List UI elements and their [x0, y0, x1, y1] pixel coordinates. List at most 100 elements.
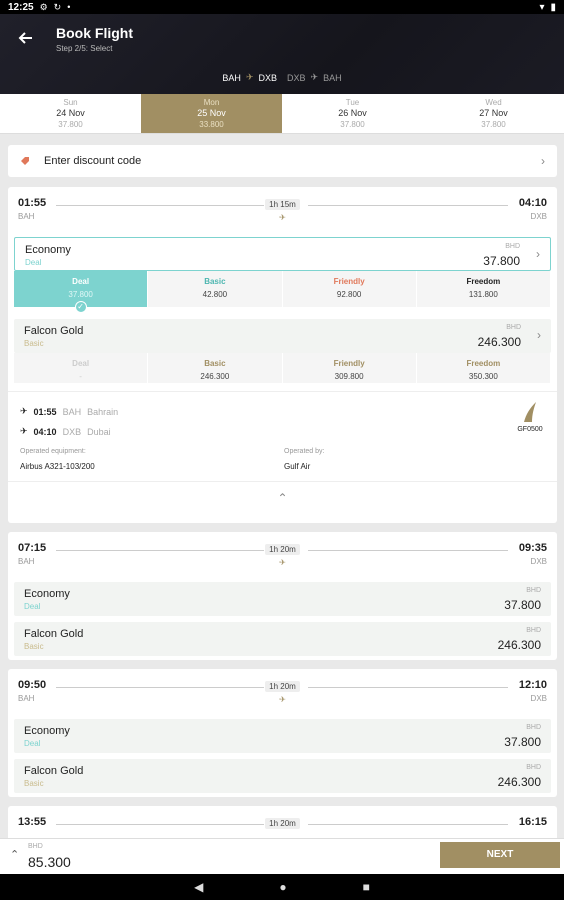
flight-card[interactable]: 09:50 BAH 1h 20m ✈ 12:10 DXB Economy Dea… [8, 669, 557, 797]
chevron-right-icon: › [536, 247, 540, 261]
date-tab[interactable]: Wed 27 Nov 37.800 [423, 94, 564, 133]
fare-name: Basic [204, 277, 226, 286]
equipment-value: Airbus A321-103/200 [20, 462, 95, 471]
currency: BHD [506, 324, 521, 331]
date-selector: Sun 24 Nov 37.800 Mon 25 Nov 33.800 Tue … [0, 94, 564, 134]
fare-option-freedom[interactable]: Freedom 131.800 [416, 271, 551, 307]
duration-label: 1h 20m [265, 544, 300, 555]
date-date: 25 Nov [197, 108, 226, 118]
operator-label: Operated by: [284, 448, 325, 455]
route-to: BAH [323, 72, 342, 83]
fare-option-freedom[interactable]: Freedom 350.300 [416, 353, 551, 383]
segment-time: 01:55 [33, 406, 57, 417]
flight-card-expanded: 01:55 BAH 1h 15m ✈ 04:10 DXB Economy Dea… [8, 187, 557, 523]
fare-option-friendly[interactable]: Friendly 309.800 [282, 353, 417, 383]
back-arrow-icon[interactable] [16, 28, 36, 48]
system-nav-bar: ◀ ● ■ [0, 874, 564, 900]
segment-code: BAH [62, 406, 82, 417]
date-day: Tue [345, 98, 360, 107]
fare-option-deal[interactable]: Deal 37.800 ✓ [14, 271, 149, 313]
date-date: 24 Nov [56, 108, 85, 118]
gear-icon: ⚙ [39, 1, 48, 12]
cabin-fare: Basic [24, 339, 44, 348]
duration-label: 1h 20m [265, 681, 300, 692]
route-selector: BAH ✈ DXB DXB ✈ BAH [0, 72, 564, 83]
cabin-name: Economy [24, 588, 70, 600]
segment-time: 04:10 [33, 426, 57, 437]
currency: BHD [526, 587, 541, 594]
fare-option-friendly[interactable]: Friendly 92.800 [282, 271, 417, 307]
route-from: DXB [287, 72, 306, 83]
flight-row[interactable]: 01:55 BAH 1h 15m ✈ 04:10 DXB [8, 187, 557, 223]
fare-name: Friendly [333, 277, 365, 286]
fare-name: Basic [204, 359, 226, 368]
operator-value: Gulf Air [284, 462, 311, 471]
recents-icon[interactable]: ■ [363, 880, 370, 894]
duration: 1h 20m [8, 681, 557, 692]
arrival-code: DXB [530, 212, 547, 221]
app-header: Book Flight Step 2/5: Select BAH ✈ DXB D… [0, 14, 564, 94]
flight-row[interactable]: 07:15 BAH 1h 20m ✈ 09:35 DXB [8, 532, 557, 568]
segment-code: DXB [62, 426, 82, 437]
cabin-price: 37.800 [504, 598, 541, 612]
flight-card[interactable]: 07:15 BAH 1h 20m ✈ 09:35 DXB Economy Dea… [8, 532, 557, 660]
route-from: BAH [222, 72, 241, 83]
date-tab-selected[interactable]: Mon 25 Nov 33.800 [141, 94, 282, 133]
cabin-falcon-gold[interactable]: Falcon Gold Basic BHD 246.300 › [14, 319, 551, 353]
cabin-fare: Basic [24, 642, 44, 651]
gold-fare-options: Deal - Basic 246.300 Friendly 309.800 Fr… [14, 353, 551, 383]
cabin-economy[interactable]: Economy Deal BHD 37.800 [14, 719, 551, 753]
next-button[interactable]: NEXT [440, 842, 560, 868]
fare-option-deal: Deal - [14, 353, 149, 383]
sync-icon: ↻ [53, 1, 62, 12]
fare-name: Deal [72, 359, 90, 368]
chevron-right-icon: › [537, 328, 541, 342]
arrival-code: DXB [530, 694, 547, 703]
fare-price: 131.800 [468, 290, 498, 299]
duration: 1h 20m [8, 818, 557, 829]
date-tab[interactable]: Tue 26 Nov 37.800 [282, 94, 423, 133]
arrival-time: 09:35 [518, 542, 547, 554]
discount-code-button[interactable]: Enter discount code › [8, 145, 557, 177]
fare-price: 92.800 [336, 290, 362, 299]
summary-bar: ⌃ BHD 85.300 NEXT [0, 838, 564, 874]
date-price: 33.800 [199, 120, 224, 129]
fare-price: 350.300 [468, 372, 498, 381]
cabin-fare: Deal [25, 258, 42, 267]
cabin-economy[interactable]: Economy Deal BHD 37.800 › [14, 237, 551, 271]
fare-price: 37.800 [68, 290, 93, 299]
cabin-falcon-gold[interactable]: Falcon Gold Basic BHD 246.300 [14, 622, 551, 656]
cabin-falcon-gold[interactable]: Falcon Gold Basic BHD 246.300 [14, 759, 551, 793]
economy-fare-options: Deal 37.800 ✓ Basic 42.800 Friendly 92.8… [14, 271, 551, 313]
plane-icon: ✈ [279, 558, 286, 567]
collapse-button[interactable]: ⌃ [8, 481, 557, 515]
dot-icon: • [67, 2, 71, 12]
currency: BHD [505, 243, 520, 250]
arrival-code: DXB [530, 557, 547, 566]
back-icon[interactable]: ◀ [194, 880, 203, 894]
flight-row[interactable]: 09:50 BAH 1h 20m ✈ 12:10 DXB [8, 669, 557, 705]
fare-option-basic[interactable]: Basic 42.800 [148, 271, 283, 307]
cabin-name: Falcon Gold [24, 765, 84, 777]
fare-name: Deal [72, 277, 90, 286]
discount-label: Enter discount code [44, 155, 142, 167]
cabin-name: Falcon Gold [24, 628, 84, 640]
flight-row[interactable]: 13:55 1h 20m 16:15 [8, 806, 557, 842]
route-leg-outbound[interactable]: BAH ✈ DXB [222, 72, 277, 83]
cabin-price: 37.800 [483, 254, 520, 268]
fare-name: Friendly [333, 359, 365, 368]
cabin-economy[interactable]: Economy Deal BHD 37.800 [14, 582, 551, 616]
cabin-price: 246.300 [497, 638, 541, 652]
tag-icon [21, 157, 29, 165]
chevron-up-icon[interactable]: ⌃ [10, 848, 19, 861]
segment-arrival: ✈ 04:10 DXB Dubai [20, 426, 111, 437]
segment-city: Bahrain [87, 406, 119, 417]
fare-option-basic[interactable]: Basic 246.300 [148, 353, 283, 383]
currency: BHD [526, 724, 541, 731]
home-icon[interactable]: ● [279, 880, 286, 894]
date-tab[interactable]: Sun 24 Nov 37.800 [0, 94, 141, 133]
route-leg-return[interactable]: DXB ✈ BAH [287, 72, 342, 83]
status-time: 12:25 [8, 1, 34, 13]
route-to: DXB [258, 72, 277, 83]
flight-card[interactable]: 13:55 1h 20m 16:15 [8, 806, 557, 838]
